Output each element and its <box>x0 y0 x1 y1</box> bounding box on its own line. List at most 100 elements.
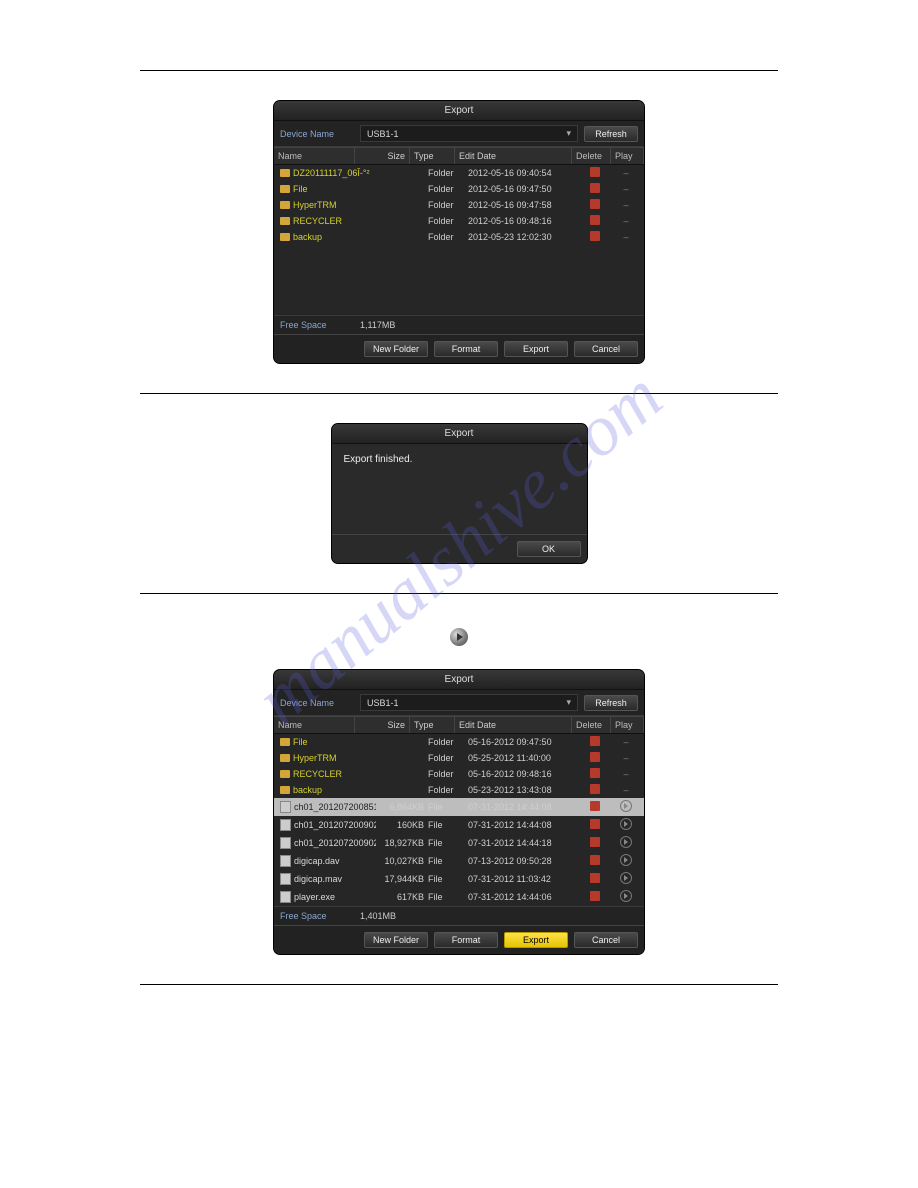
cancel-button[interactable]: Cancel <box>574 341 638 357</box>
delete-icon[interactable] <box>590 837 600 847</box>
export-button[interactable]: Export <box>504 341 568 357</box>
play-icon[interactable] <box>620 836 632 848</box>
delete-icon[interactable] <box>590 199 600 209</box>
refresh-button[interactable]: Refresh <box>584 695 638 711</box>
file-list: DZ20111117_06Î-°²Folder2012-05-16 09:40:… <box>274 165 644 315</box>
play-icon <box>450 628 468 646</box>
table-row[interactable]: backupFolder05-23-2012 13:43:08– <box>274 782 644 798</box>
free-space-value: 1,401MB <box>360 911 396 921</box>
file-date: 07-13-2012 09:50:28 <box>466 855 578 867</box>
file-name: HyperTRM <box>293 753 337 763</box>
table-row[interactable]: FileFolder05-16-2012 09:47:50– <box>274 734 644 750</box>
file-size <box>376 789 426 791</box>
table-row[interactable]: ch01_201207200902418,927KBFile07-31-2012… <box>274 834 644 852</box>
delete-icon[interactable] <box>590 167 600 177</box>
table-row[interactable]: HyperTRMFolder05-25-2012 11:40:00– <box>274 750 644 766</box>
col-type: Type <box>410 148 455 164</box>
play-disabled: – <box>614 168 638 178</box>
col-play: Play <box>611 148 644 164</box>
file-date: 05-23-2012 13:43:08 <box>466 784 578 796</box>
file-name: ch01_2012072008515 <box>294 802 376 812</box>
play-disabled: – <box>614 737 638 747</box>
table-row[interactable]: DZ20111117_06Î-°²Folder2012-05-16 09:40:… <box>274 165 644 181</box>
col-edit-date: Edit Date <box>455 717 572 733</box>
folder-icon <box>280 786 290 794</box>
delete-icon[interactable] <box>590 231 600 241</box>
delete-icon[interactable] <box>590 784 600 794</box>
device-select[interactable]: USB1-1 ▾ <box>360 125 578 142</box>
table-row[interactable]: digicap.mav17,944KBFile07-31-2012 11:03:… <box>274 870 644 888</box>
chevron-down-icon: ▾ <box>566 697 571 708</box>
play-icon[interactable] <box>620 818 632 830</box>
device-select[interactable]: USB1-1 ▾ <box>360 694 578 711</box>
table-row[interactable]: FileFolder2012-05-16 09:47:50– <box>274 181 644 197</box>
delete-icon[interactable] <box>590 215 600 225</box>
file-size <box>376 220 426 222</box>
table-row[interactable]: RECYCLERFolder2012-05-16 09:48:16– <box>274 213 644 229</box>
file-type: Folder <box>426 215 466 227</box>
file-date: 07-31-2012 14:44:08 <box>466 819 578 831</box>
file-type: File <box>426 873 466 885</box>
play-icon[interactable] <box>620 872 632 884</box>
file-icon <box>280 891 291 903</box>
table-row[interactable]: ch01_2012072009022160KBFile07-31-2012 14… <box>274 816 644 834</box>
cancel-button[interactable]: Cancel <box>574 932 638 948</box>
table-row[interactable]: digicap.dav10,027KBFile07-13-2012 09:50:… <box>274 852 644 870</box>
delete-icon[interactable] <box>590 873 600 883</box>
file-icon <box>280 873 291 885</box>
table-row[interactable]: HyperTRMFolder2012-05-16 09:47:58– <box>274 197 644 213</box>
file-table-header: Name Size Type Edit Date Delete Play <box>274 147 644 165</box>
table-row[interactable]: ch01_20120720085156,864KBFile07-31-2012 … <box>274 798 644 816</box>
play-disabled: – <box>614 200 638 210</box>
delete-icon[interactable] <box>590 752 600 762</box>
play-icon[interactable] <box>620 890 632 902</box>
delete-icon[interactable] <box>590 819 600 829</box>
format-button[interactable]: Format <box>434 932 498 948</box>
table-row[interactable]: backupFolder2012-05-23 12:02:30– <box>274 229 644 245</box>
export-button[interactable]: Export <box>504 932 568 948</box>
export-dialog-1: Export Device Name USB1-1 ▾ Refresh Name… <box>274 101 644 363</box>
refresh-button[interactable]: Refresh <box>584 126 638 142</box>
new-folder-button[interactable]: New Folder <box>364 932 428 948</box>
ok-button[interactable]: OK <box>517 541 581 557</box>
file-table-header: Name Size Type Edit Date Delete Play <box>274 716 644 734</box>
file-size <box>376 773 426 775</box>
free-space-row: Free Space 1,401MB <box>274 906 644 925</box>
export-finished-dialog: Export Export finished. OK <box>332 424 587 563</box>
delete-icon[interactable] <box>590 736 600 746</box>
delete-icon[interactable] <box>590 855 600 865</box>
folder-icon <box>280 770 290 778</box>
button-bar: New Folder Format Export Cancel <box>274 925 644 954</box>
new-folder-button[interactable]: New Folder <box>364 341 428 357</box>
dialog-title: Export <box>332 424 587 444</box>
file-size: 6,864KB <box>376 801 426 813</box>
file-name: ch01_2012072009024 <box>294 838 376 848</box>
file-type: Folder <box>426 183 466 195</box>
file-type: Folder <box>426 199 466 211</box>
col-size: Size <box>355 717 410 733</box>
file-size <box>376 757 426 759</box>
delete-icon[interactable] <box>590 183 600 193</box>
file-name: RECYCLER <box>293 769 342 779</box>
delete-icon[interactable] <box>590 768 600 778</box>
file-name: File <box>293 184 308 194</box>
play-disabled: – <box>614 769 638 779</box>
export-dialog-2: Export Device Name USB1-1 ▾ Refresh Name… <box>274 670 644 954</box>
col-edit-date: Edit Date <box>455 148 572 164</box>
file-date: 07-31-2012 14:44:08 <box>466 801 578 813</box>
file-date: 05-25-2012 11:40:00 <box>466 752 578 764</box>
play-icon[interactable] <box>620 854 632 866</box>
play-icon[interactable] <box>620 800 632 812</box>
format-button[interactable]: Format <box>434 341 498 357</box>
file-date: 2012-05-16 09:48:16 <box>466 215 578 227</box>
delete-icon[interactable] <box>590 891 600 901</box>
file-size: 617KB <box>376 891 426 903</box>
table-row[interactable]: player.exe617KBFile07-31-2012 14:44:06 <box>274 888 644 906</box>
table-row[interactable]: RECYCLERFolder05-16-2012 09:48:16– <box>274 766 644 782</box>
dialog-title: Export <box>274 101 644 121</box>
file-date: 2012-05-23 12:02:30 <box>466 231 578 243</box>
col-play: Play <box>611 717 644 733</box>
free-space-label: Free Space <box>280 320 360 330</box>
delete-icon[interactable] <box>590 801 600 811</box>
file-type: File <box>426 855 466 867</box>
